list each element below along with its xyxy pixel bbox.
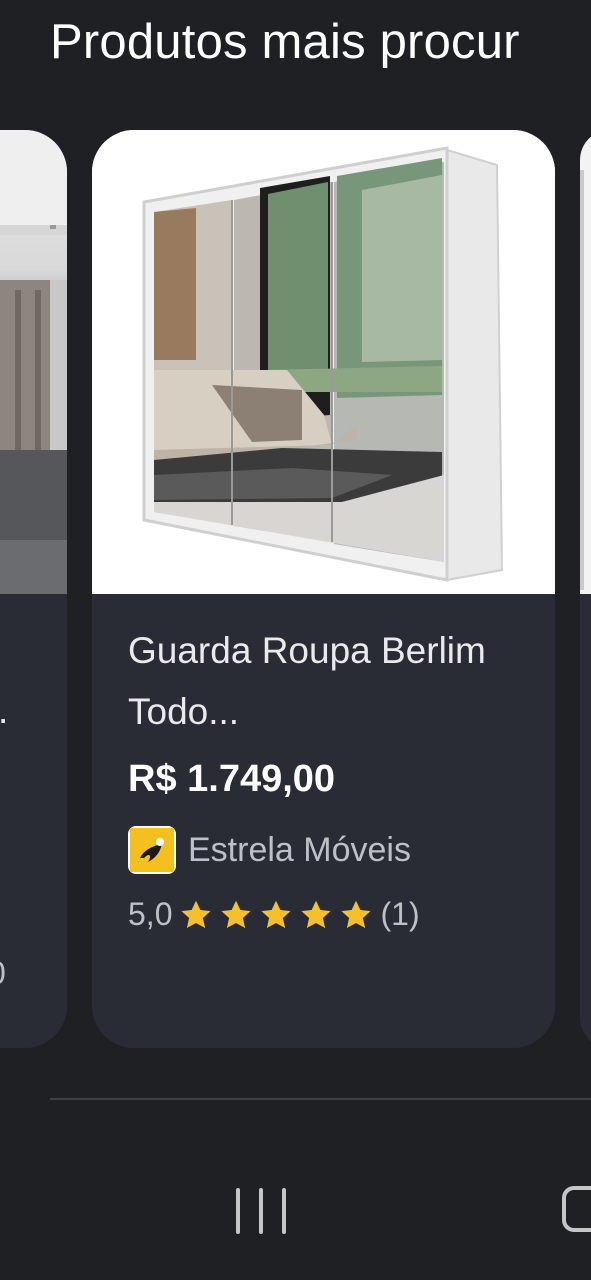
star-icon [178,897,214,933]
bedroom-photo [0,130,67,594]
rating-value: 5,0 [128,896,173,932]
home-icon[interactable] [562,1186,591,1232]
product-rating[interactable]: 5,0 (1) [128,896,420,933]
merchant[interactable]: Estrela Móveis [128,826,411,874]
product-image[interactable] [92,130,555,594]
rating-count: (1) [380,896,420,932]
star-icon [258,897,294,933]
star-icon [298,897,334,933]
product-price: R$ 1.749,00 [128,758,336,800]
section-title: Produtos mais procur [50,15,520,69]
product-title-previous: . [0,690,8,732]
rating-count-previous: 0 [0,955,6,992]
product-card-previous[interactable]: . 0 [0,130,67,1048]
merchant-logo-graphic [130,828,174,872]
product-image-previous [0,130,67,594]
product-title[interactable]: Guarda Roupa Berlim Todo... [128,620,528,742]
star-icon [218,897,254,933]
product-image-next [580,130,591,594]
section-divider [50,1098,591,1100]
rating-stars [178,897,374,933]
product-card-next[interactable] [580,130,591,1048]
recent-apps-icon[interactable] [236,1188,286,1234]
shopping-results-page: Produtos mais procur . 0 [0,0,591,1280]
product-card[interactable]: Guarda Roupa Berlim Todo... R$ 1.749,00 … [92,130,555,1048]
wardrobe-mirror-photo [92,130,555,594]
merchant-name: Estrela Móveis [188,830,411,869]
star-icon [338,897,374,933]
estrela-moveis-logo [128,826,176,874]
